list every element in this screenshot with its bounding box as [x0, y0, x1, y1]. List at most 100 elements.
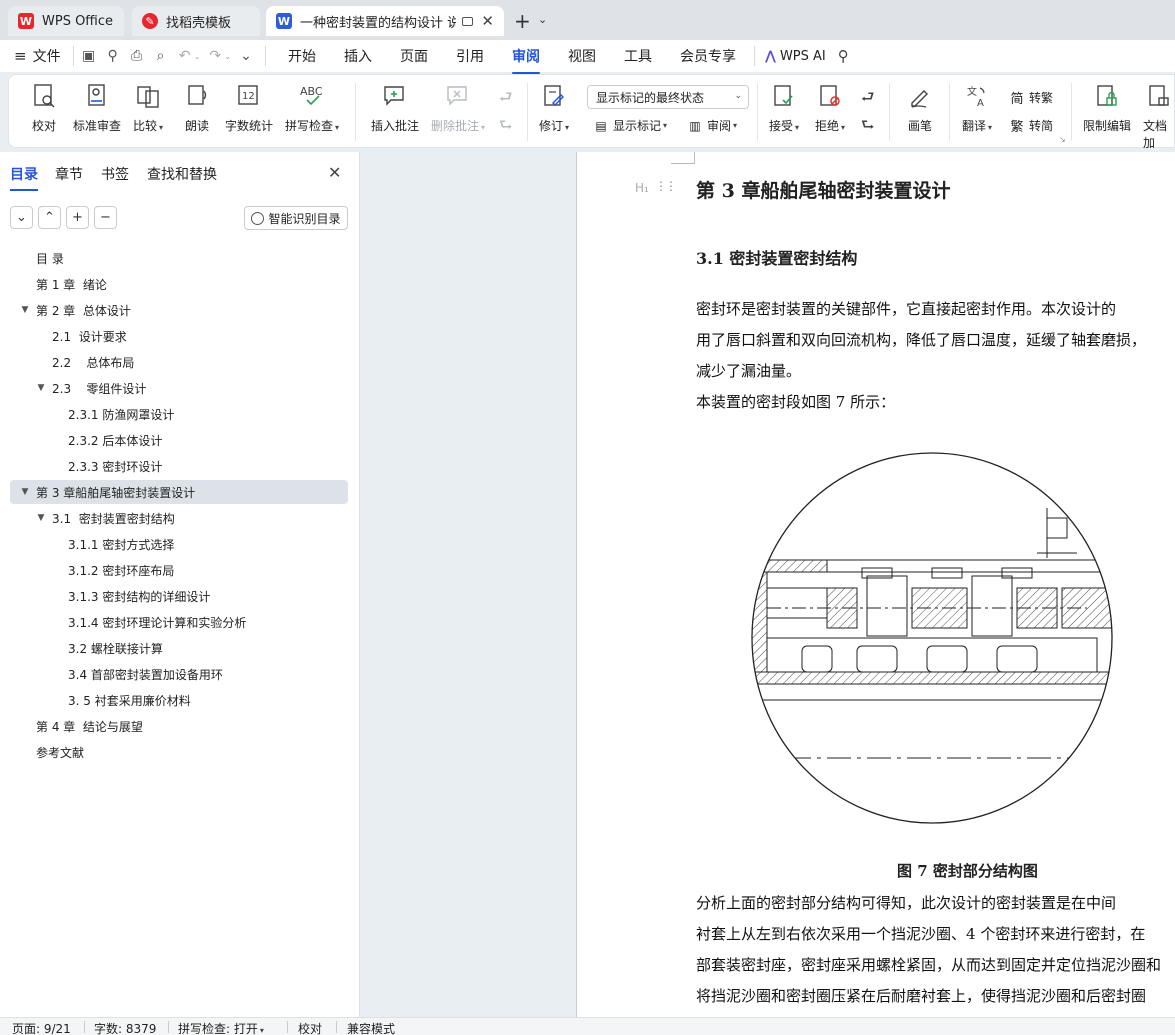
toc-item[interactable]: 3.1.1 密封方式选择 [0, 532, 350, 556]
proofread-status[interactable]: 校对 [298, 1020, 322, 1035]
read-aloud-button[interactable]: 朗读 [184, 83, 210, 134]
spell-check-status[interactable]: 拼写检查: 打开 ▾ [178, 1020, 264, 1035]
document-page[interactable]: H₁ ⋮⋮ 第 3 章船舶尾轴密封装置设计 3.1 密封装置密封结构 密封环是密… [577, 152, 1175, 1017]
proofread-button[interactable]: 校对 [31, 83, 57, 134]
print-icon[interactable]: ⎙ [128, 47, 146, 65]
ink-label: 画笔 [907, 119, 932, 133]
redo-icon[interactable]: ↷ [206, 47, 224, 65]
undo-icon[interactable]: ↶ [176, 47, 194, 65]
spell-check-button[interactable]: ABC 拼写检查 ▾ [285, 83, 339, 134]
previous-change-icon[interactable]: ⮐ [861, 87, 875, 112]
key-icon[interactable]: ⚲ [104, 47, 122, 65]
toc-item[interactable]: 3.1.2 密封环座布局 [0, 558, 350, 582]
accept-button[interactable]: 接受 ▾ [769, 83, 799, 134]
close-tab-icon[interactable]: ✕ [481, 12, 494, 30]
search-icon[interactable]: ⚲ [838, 47, 849, 65]
toc-item[interactable]: 参考文献 [0, 740, 350, 764]
tab-chapters[interactable]: 章节 [55, 164, 83, 184]
toc-item-label: 第 2 章 总体设计 [36, 303, 131, 318]
undo-dropdown-icon[interactable]: ⌄ [194, 52, 201, 61]
document-encrypt-button[interactable]: 文档加 [1143, 83, 1174, 151]
tab-bookmarks[interactable]: 书签 [101, 164, 129, 184]
redo-dropdown-icon[interactable]: ⌄ [224, 52, 231, 61]
expand-group-icon[interactable]: ↘ [1059, 135, 1066, 144]
word-count-indicator[interactable]: 字数: 8379 [94, 1020, 156, 1035]
monitor-icon[interactable] [461, 16, 474, 26]
tab-toc[interactable]: 目录 [10, 164, 38, 191]
toc-item-selected[interactable]: ▼ 第 3 章船舶尾轴密封装置设计 [10, 480, 348, 504]
hamburger-icon[interactable]: ≡ [14, 47, 27, 65]
ink-button[interactable]: 画笔 [907, 83, 933, 134]
next-change-icon[interactable]: ⮑ [861, 115, 875, 140]
menu-references[interactable]: 引用 [456, 46, 484, 66]
toc-item[interactable]: 3.1.4 密封环理论计算和实验分析 [0, 610, 350, 634]
demote-level-button[interactable]: − [94, 206, 117, 229]
to-simplified-button[interactable]: 繁 转简 [1009, 117, 1053, 135]
restrict-edit-button[interactable]: 限制编辑 [1083, 83, 1131, 134]
menu-page[interactable]: 页面 [400, 46, 428, 66]
insert-comment-button[interactable]: 插入批注 [371, 83, 419, 134]
menu-start[interactable]: 开始 [288, 46, 316, 66]
toc-item[interactable]: 2.1 设计要求 [0, 324, 350, 348]
menu-insert[interactable]: 插入 [344, 46, 372, 66]
word-count-button[interactable]: 12 字数统计 [225, 83, 273, 134]
divider [753, 46, 755, 66]
translate-button[interactable]: 文A 翻译 ▾ [962, 83, 992, 134]
collapse-up-button[interactable]: ⌃ [38, 206, 61, 229]
toc-item-label: 3.1 密封装置密封结构 [52, 511, 175, 526]
to-traditional-button[interactable]: 简 转繁 [1009, 89, 1053, 107]
toc-item[interactable]: 第 4 章 结论与展望 [0, 714, 350, 738]
toc-item[interactable]: ▼ 2.3 零组件设计 [0, 376, 350, 400]
menu-file[interactable]: 文件 [33, 46, 61, 66]
menu-tools[interactable]: 工具 [624, 46, 652, 66]
standard-review-button[interactable]: 标准审查 [73, 83, 121, 134]
page-indicator[interactable]: 页面: 9/21 [12, 1020, 71, 1035]
reject-button[interactable]: 拒绝 ▾ [815, 83, 845, 134]
print-preview-icon[interactable]: ⌕ [152, 47, 170, 65]
expand-triangle-icon[interactable]: ▼ [18, 487, 32, 497]
tab-wps-office[interactable]: W WPS Office [8, 6, 124, 36]
new-tab-plus-icon[interactable]: + [514, 9, 531, 33]
track-changes-button[interactable]: 修订 ▾ [539, 83, 569, 134]
compare-button[interactable]: 比较 ▾ [133, 83, 163, 134]
toc-item[interactable]: ▼ 第 2 章 总体设计 [0, 298, 350, 322]
drag-handle-icon[interactable]: ⋮⋮ [655, 179, 677, 193]
toc-item[interactable]: 2.3.1 防渔网罩设计 [0, 402, 350, 426]
expand-triangle-icon[interactable]: ▼ [34, 383, 48, 393]
toc-item[interactable]: 3.1.3 密封结构的详细设计 [0, 584, 350, 608]
review-pane-button[interactable]: ▥ 审阅 ▾ [687, 117, 737, 134]
toc-item[interactable]: 第 1 章 绪论 [0, 272, 350, 296]
collapse-down-button[interactable]: ⌄ [10, 206, 33, 229]
menu-view[interactable]: 视图 [568, 46, 596, 66]
smart-toc-button[interactable]: 智能识别目录 [244, 206, 348, 230]
markup-state-select[interactable]: 显示标记的最终状态 ⌄ [587, 85, 749, 109]
menu-member[interactable]: 会员专享 [680, 46, 736, 66]
expand-triangle-icon[interactable]: ▼ [18, 305, 32, 315]
toc-item[interactable]: 2.3.2 后本体设计 [0, 428, 350, 452]
tab-current-document[interactable]: W 一种密封装置的结构设计 说明 ✕ [266, 6, 504, 36]
tab-docer-templates[interactable]: ✎ 找稻壳模板 [132, 6, 260, 36]
toc-item-label: 2.2 总体布局 [52, 355, 135, 370]
show-markup-button[interactable]: ▤ 显示标记 ▾ [593, 117, 667, 134]
tab-find-replace[interactable]: 查找和替换 [147, 164, 217, 184]
tab-label: 一种密封装置的结构设计 说明 [300, 15, 456, 31]
heading-level-icon[interactable]: H₁ [635, 181, 649, 195]
close-pane-icon[interactable]: ✕ [328, 163, 341, 182]
toc-item[interactable]: 3.2 螺栓联接计算 [0, 636, 350, 660]
toc-item[interactable]: 3.4 首部密封装置加设备用环 [0, 662, 350, 686]
toc-item[interactable]: 2.3.3 密封环设计 [0, 454, 350, 478]
chevron-down-icon[interactable]: ⌄ [538, 13, 547, 26]
delete-comment-button[interactable]: 删除批注 ▾ [431, 83, 485, 134]
next-comment-icon[interactable]: ⮑ [499, 115, 513, 140]
expand-triangle-icon[interactable]: ▼ [34, 513, 48, 523]
toc-item[interactable]: 目 录 [0, 246, 350, 270]
more-chevron-icon[interactable]: ⌄ [237, 47, 255, 65]
toc-item[interactable]: ▼ 3.1 密封装置密封结构 [0, 506, 350, 530]
previous-comment-icon[interactable]: ⮐ [499, 87, 513, 112]
wps-ai-button[interactable]: WPS AI [780, 49, 826, 64]
menu-review[interactable]: 审阅 [511, 46, 540, 74]
toc-item[interactable]: 3. 5 衬套采用廉价材料 [0, 688, 350, 712]
promote-level-button[interactable]: + [66, 206, 89, 229]
toc-item[interactable]: 2.2 总体布局 [0, 350, 350, 374]
save-icon[interactable]: ▣ [80, 47, 98, 65]
